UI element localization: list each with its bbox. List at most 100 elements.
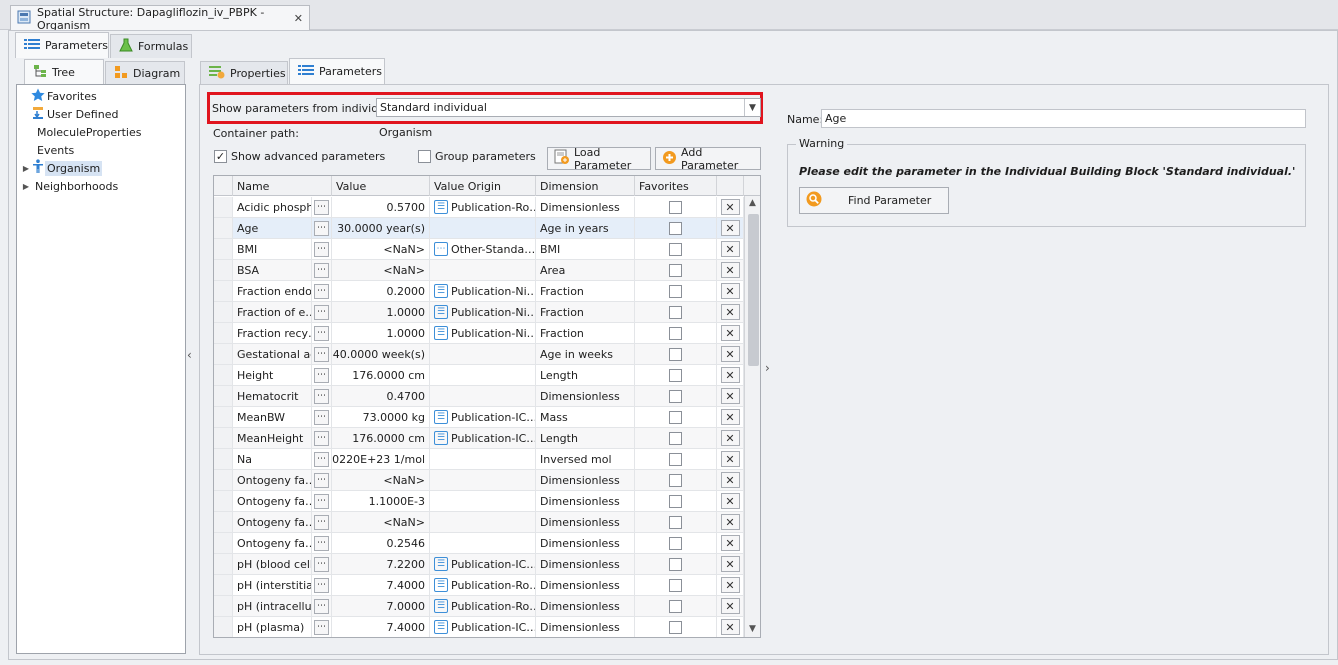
delete-icon[interactable]: ✕ (720, 283, 740, 299)
scroll-down-icon[interactable]: ▼ (749, 624, 756, 634)
parameter-value[interactable]: 6.0220E+23 1/mol (332, 449, 430, 469)
chevron-down-icon[interactable]: ▼ (744, 99, 760, 116)
favorite-checkbox[interactable] (669, 473, 682, 487)
publication-list-icon[interactable]: ☰ (434, 431, 448, 445)
load-parameter-button[interactable]: Load Parameter (547, 146, 651, 172)
favorite-checkbox[interactable] (669, 599, 682, 613)
value-origin-cell[interactable] (430, 533, 536, 553)
row-indicator[interactable] (214, 428, 233, 448)
delete-icon[interactable]: ✕ (720, 241, 740, 257)
table-row[interactable]: pH (interstitial) ⋯ 7.4000 ☰ Publication-Ro…… (214, 575, 760, 596)
delete-icon[interactable]: ✕ (720, 388, 740, 404)
column-header-favorites[interactable]: Favorites (635, 176, 717, 196)
table-row[interactable]: MeanBW ⋯ 73.0000 kg ☰ Publication-IC… Mass ✕ (214, 407, 760, 428)
edit-formula-button[interactable]: ⋯ (314, 241, 329, 257)
column-header-name[interactable]: Name (233, 176, 332, 196)
edit-formula-button[interactable]: ⋯ (314, 556, 329, 572)
delete-icon[interactable]: ✕ (720, 220, 740, 236)
edit-formula-button[interactable]: ⋯ (314, 220, 329, 236)
parameter-value[interactable]: 7.4000 (332, 617, 430, 637)
individual-select[interactable]: Standard individual ▼ (376, 98, 761, 117)
row-indicator[interactable] (214, 302, 233, 322)
row-indicator[interactable] (214, 596, 233, 616)
value-origin-cell[interactable]: ☰ Publication-Ro… (430, 197, 536, 217)
parameter-value[interactable]: 0.4700 (332, 386, 430, 406)
parameter-value[interactable]: 73.0000 kg (332, 407, 430, 427)
favorite-checkbox[interactable] (669, 515, 682, 529)
value-origin-cell[interactable] (430, 491, 536, 511)
favorite-checkbox[interactable] (669, 494, 682, 508)
table-row[interactable]: BSA ⋯ <NaN> Area ✕ (214, 260, 760, 281)
grid-scrollbar[interactable]: ▲ ▼ (744, 196, 760, 637)
favorite-checkbox[interactable] (669, 578, 682, 592)
delete-icon[interactable]: ✕ (720, 556, 740, 572)
edit-formula-button[interactable]: ⋯ (314, 283, 329, 299)
delete-icon[interactable]: ✕ (720, 493, 740, 509)
tab-tree[interactable]: Tree (24, 59, 104, 85)
group-parameters-checkbox[interactable]: Group parameters (418, 150, 536, 163)
collapse-right-panel-icon[interactable]: › (765, 361, 770, 375)
show-advanced-checkbox[interactable]: ✓ Show advanced parameters (214, 150, 385, 163)
favorite-checkbox[interactable] (669, 305, 682, 319)
edit-formula-button[interactable]: ⋯ (314, 325, 329, 341)
favorite-checkbox[interactable] (669, 326, 682, 340)
favorite-checkbox[interactable] (669, 536, 682, 550)
value-origin-cell[interactable]: ☰ Publication-Ro… (430, 596, 536, 616)
delete-icon[interactable]: ✕ (720, 598, 740, 614)
publication-list-icon[interactable]: ☰ (434, 578, 448, 592)
column-header-dimension[interactable]: Dimension (536, 176, 635, 196)
delete-icon[interactable]: ✕ (720, 304, 740, 320)
tab-formulas[interactable]: Formulas (110, 34, 192, 58)
favorite-checkbox[interactable] (669, 242, 682, 256)
row-indicator[interactable] (214, 323, 233, 343)
checkbox-checked[interactable]: ✓ (214, 150, 227, 163)
table-row[interactable]: pH (blood cells)⋯7.2200☰Publication-IC…D… (214, 554, 760, 575)
row-indicator[interactable] (214, 512, 233, 532)
other-origin-icon[interactable]: ⋯ (434, 242, 448, 256)
delete-icon[interactable]: ✕ (720, 199, 740, 215)
expand-arrow-icon[interactable]: ▶ (21, 182, 31, 191)
tree-item-events[interactable]: Events (35, 141, 76, 159)
publication-list-icon[interactable]: ☰ (434, 410, 448, 424)
row-indicator[interactable] (214, 491, 233, 511)
tree-item-favorites[interactable]: Favorites (21, 87, 99, 105)
edit-formula-button[interactable]: ⋯ (314, 493, 329, 509)
publication-list-icon[interactable]: ☰ (434, 305, 448, 319)
parameter-value[interactable]: <NaN> (332, 512, 430, 532)
edit-formula-button[interactable]: ⋯ (314, 199, 329, 215)
column-header-value[interactable]: Value (332, 176, 430, 196)
delete-icon[interactable]: ✕ (720, 619, 740, 635)
parameter-value[interactable]: <NaN> (332, 260, 430, 280)
delete-icon[interactable]: ✕ (720, 577, 740, 593)
value-origin-cell[interactable] (430, 470, 536, 490)
parameter-value[interactable]: <NaN> (332, 239, 430, 259)
table-row[interactable]: pH (plasma) ⋯ 7.4000 ☰ Publication-IC… Dimens… (214, 617, 760, 637)
row-indicator[interactable] (214, 617, 233, 637)
favorite-checkbox[interactable] (669, 410, 682, 424)
close-icon[interactable]: ✕ (294, 12, 303, 25)
edit-formula-button[interactable]: ⋯ (314, 577, 329, 593)
favorite-checkbox[interactable] (669, 221, 682, 235)
expand-arrow-icon[interactable]: ▶ (21, 164, 31, 173)
row-indicator[interactable] (214, 449, 233, 469)
delete-icon[interactable]: ✕ (720, 325, 740, 341)
value-origin-cell[interactable]: ⋯ Other-Standa… (430, 239, 536, 259)
parameter-value[interactable]: 7.0000 (332, 596, 430, 616)
row-indicator[interactable] (214, 281, 233, 301)
table-row[interactable]: Ontogeny fa… ⋯ 0.2546 Dimensionless ✕ (214, 533, 760, 554)
parameter-value[interactable]: 7.2200 (332, 554, 430, 574)
parameter-value[interactable]: 40.0000 week(s) (332, 344, 430, 364)
row-indicator[interactable] (214, 554, 233, 574)
favorite-checkbox[interactable] (669, 200, 682, 214)
table-row[interactable]: Ontogeny fa… ⋯ <NaN> Dimensionless ✕ (214, 512, 760, 533)
edit-formula-button[interactable]: ⋯ (314, 367, 329, 383)
value-origin-cell[interactable] (430, 365, 536, 385)
favorite-checkbox[interactable] (669, 557, 682, 571)
scrollbar-thumb[interactable] (748, 214, 759, 366)
delete-icon[interactable]: ✕ (720, 472, 740, 488)
table-row[interactable]: Height ⋯ 176.0000 cm Length ✕ (214, 365, 760, 386)
favorite-checkbox[interactable] (669, 620, 682, 634)
row-indicator[interactable] (214, 218, 233, 238)
edit-formula-button[interactable]: ⋯ (314, 451, 329, 467)
edit-formula-button[interactable]: ⋯ (314, 472, 329, 488)
